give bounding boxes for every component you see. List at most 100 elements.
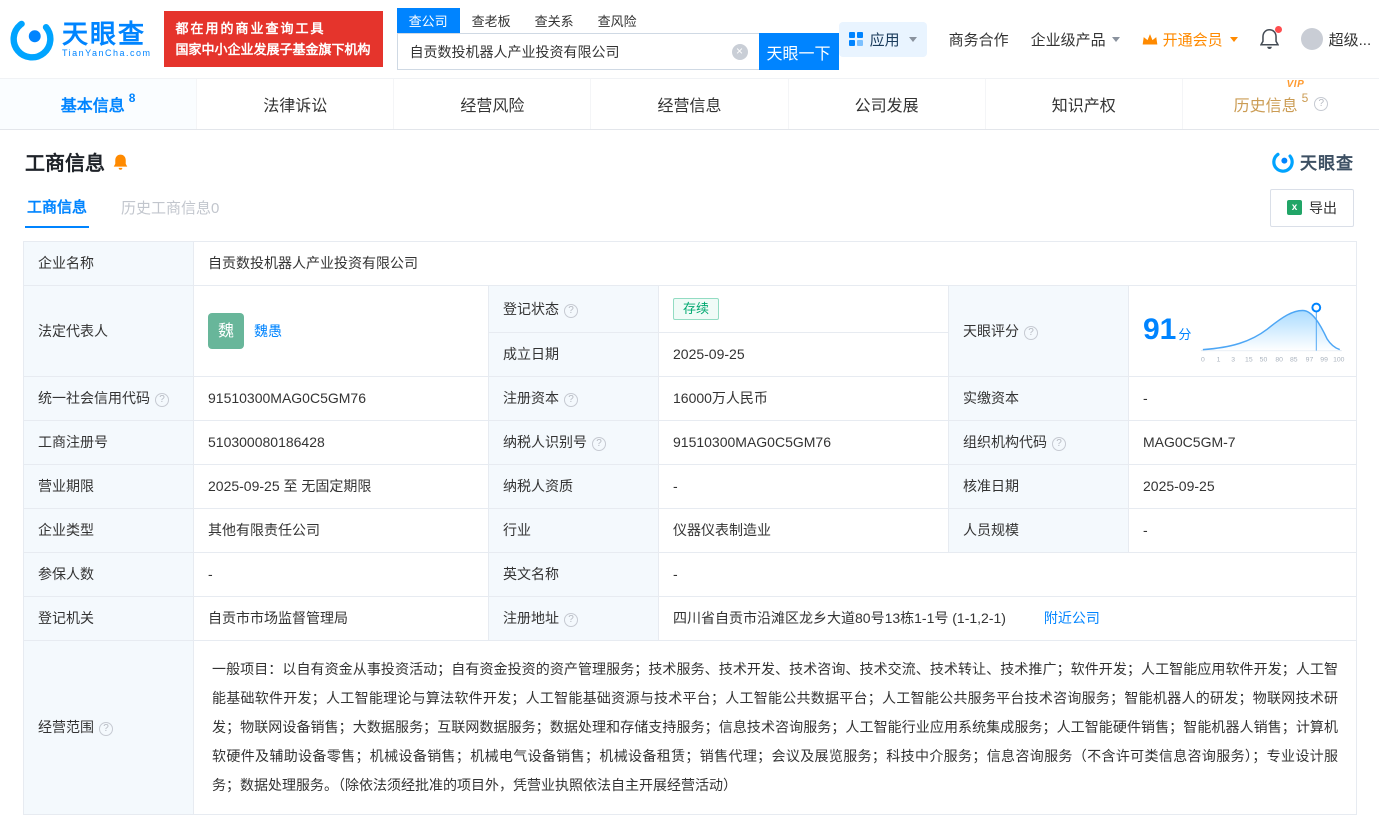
help-icon[interactable]: ? xyxy=(564,393,578,407)
tab-label: 公司发展 xyxy=(854,98,919,115)
field-label-reg-authority: 登记机关 xyxy=(23,596,194,641)
tab-legal-proceedings[interactable]: 法律诉讼 xyxy=(196,79,393,129)
search-input[interactable] xyxy=(396,33,759,70)
apps-menu[interactable]: 应用 xyxy=(838,21,927,57)
enterprise-products-label: 企业级产品 xyxy=(1030,31,1106,49)
watermark-text: 天眼查 xyxy=(1300,154,1354,173)
reg-authority-value: 自贡市市场监督管理局 xyxy=(193,596,489,641)
svg-text:85: 85 xyxy=(1290,356,1298,363)
search-tabs: 查公司 查老板 查关系 查风险 xyxy=(396,8,839,33)
subtab-history-business-info[interactable]: 历史工商信息0 xyxy=(119,188,221,227)
tab-count: 8 xyxy=(128,91,136,105)
caret-down-icon xyxy=(908,36,917,42)
svg-text:99: 99 xyxy=(1321,356,1329,363)
tab-company-development[interactable]: 公司发展 xyxy=(787,79,985,129)
business-cooperation-link[interactable]: 商务合作 xyxy=(949,29,1009,50)
search-tab-relation[interactable]: 查关系 xyxy=(523,8,586,33)
watermark-logo: 天眼查 xyxy=(1272,149,1354,174)
score-cell[interactable]: 91 分 0 1 3 15 50 80 85 97 99 100 xyxy=(1127,285,1358,377)
excel-icon: x xyxy=(1287,200,1302,215)
tab-basic-info[interactable]: 基本信息 8 xyxy=(0,79,197,129)
tab-history-info[interactable]: VIP 历史信息 5 ? xyxy=(1181,79,1379,129)
user-menu[interactable]: 超级... xyxy=(1300,28,1379,50)
help-icon[interactable]: ? xyxy=(155,393,169,407)
help-icon[interactable]: ? xyxy=(564,303,578,318)
caret-down-icon xyxy=(1111,36,1120,42)
business-scope-value: 一般项目：以自有资金从事投资活动；自有资金投资的资产管理服务；技术服务、技术开发… xyxy=(192,640,1358,815)
field-label-reg-capital: 注册资本? xyxy=(488,376,659,421)
logo-title: 天眼查 xyxy=(62,19,147,49)
subtab-business-info[interactable]: 工商信息 xyxy=(25,187,90,228)
legal-rep-link[interactable]: 魏愚 xyxy=(254,322,282,341)
help-icon[interactable]: ? xyxy=(564,613,578,627)
business-info-table: 企业名称 自贡数投机器人产业投资有限公司 法定代表人 魏 魏愚 登记状态? 存续… xyxy=(23,241,1358,815)
search-tab-boss[interactable]: 查老板 xyxy=(460,8,523,33)
section-header: 工商信息 天眼查 xyxy=(23,130,1356,185)
tab-count: 5 xyxy=(1301,91,1309,105)
alert-bell-icon[interactable] xyxy=(113,154,128,170)
notifications-bell[interactable] xyxy=(1259,26,1282,49)
tianyancha-logo[interactable]: 天眼查 TianYanCha.com xyxy=(10,17,152,61)
clear-search-icon[interactable]: × xyxy=(731,43,748,60)
export-button[interactable]: x 导出 xyxy=(1270,188,1354,227)
tab-label: 历史信息 xyxy=(1233,98,1298,115)
tab-operation-info[interactable]: 经营信息 xyxy=(590,79,787,129)
paid-capital-value: - xyxy=(1127,376,1358,421)
company-type-value: 其他有限责任公司 xyxy=(193,508,489,553)
help-icon[interactable]: ? xyxy=(1052,437,1066,451)
field-label-business-term: 营业期限 xyxy=(23,464,194,509)
field-label-reg-number: 工商注册号 xyxy=(23,420,194,465)
logo-text-block: 天眼查 TianYanCha.com xyxy=(62,20,152,58)
tab-label: 经营风险 xyxy=(460,98,525,115)
field-label-industry: 行业 xyxy=(488,508,659,553)
user-avatar xyxy=(1300,28,1323,50)
tianyancha-logo-icon xyxy=(10,17,54,61)
slogan-line2: 国家中小企业发展子基金旗下机构 xyxy=(175,42,371,57)
tab-operation-risk[interactable]: 经营风险 xyxy=(393,79,590,129)
vip-membership-label: 开通会员 xyxy=(1162,31,1223,49)
help-icon[interactable]: ? xyxy=(99,722,113,736)
enterprise-products-menu[interactable]: 企业级产品 xyxy=(1031,29,1120,50)
credit-code-value: 91510300MAG0C5GM76 xyxy=(193,376,489,421)
score-value: 91 分 xyxy=(1143,313,1192,346)
search-tab-company[interactable]: 查公司 xyxy=(396,8,460,33)
business-cooperation-label: 商务合作 xyxy=(948,31,1009,49)
slogan-banner: 都在用的商业查询工具 国家中小企业发展子基金旗下机构 xyxy=(163,11,383,67)
reg-address-value: 四川省自贡市沿滩区龙乡大道80号13栋1-1号 (1-1,2-1) xyxy=(673,610,1006,626)
sub-tabs: 工商信息 历史工商信息0 x 导出 xyxy=(23,185,1356,228)
legal-rep-cell: 魏 魏愚 xyxy=(193,285,489,377)
org-code-value: MAG0C5GM-7 xyxy=(1127,420,1358,465)
tab-label: 基本信息 xyxy=(60,98,125,115)
legal-rep-avatar[interactable]: 魏 xyxy=(208,313,244,349)
tab-intellectual-property[interactable]: 知识产权 xyxy=(984,79,1182,129)
field-label-org-code: 组织机构代码? xyxy=(948,420,1129,465)
table-row: 企业类型 其他有限责任公司 行业 仪器仪表制造业 人员规模 - xyxy=(23,508,1358,553)
search-area: 查公司 查老板 查关系 查风险 × 天眼一下 xyxy=(396,8,839,70)
nearby-companies-link[interactable]: 附近公司 xyxy=(1044,610,1100,626)
field-label-approval-date: 核准日期 xyxy=(948,464,1129,509)
table-row: 工商注册号 510300080186428 纳税人识别号? 91510300MA… xyxy=(23,420,1358,465)
field-label-legal-rep: 法定代表人 xyxy=(23,285,194,377)
field-label-reg-address: 注册地址? xyxy=(488,596,659,641)
header-nav: 应用 商务合作 企业级产品 开通会员 超级... xyxy=(838,21,1379,57)
search-button[interactable]: 天眼一下 xyxy=(758,33,839,70)
english-name-value: - xyxy=(657,552,1358,597)
vip-membership-menu[interactable]: 开通会员 xyxy=(1142,29,1238,50)
help-icon[interactable]: ? xyxy=(1024,325,1038,340)
help-icon[interactable]: ? xyxy=(592,437,606,451)
field-label-name: 企业名称 xyxy=(23,241,194,286)
reg-address-cell: 四川省自贡市沿滩区龙乡大道80号13栋1-1号 (1-1,2-1) 附近公司 xyxy=(657,596,1358,641)
field-label-taxpayer-quality: 纳税人资质 xyxy=(488,464,659,509)
search-tab-risk[interactable]: 查风险 xyxy=(586,8,649,33)
table-row: 统一社会信用代码? 91510300MAG0C5GM76 注册资本? 16000… xyxy=(23,376,1358,421)
main-tabs: 基本信息 8 法律诉讼 经营风险 经营信息 公司发展 知识产权 VIP 历史信息… xyxy=(0,78,1379,130)
content-area: 工商信息 天眼查 工商信息 历史工商信息0 x 导出 企业名称 自贡数投机器人产… xyxy=(0,130,1379,831)
score-marker-dot xyxy=(1311,302,1322,313)
top-header: 天眼查 TianYanCha.com 都在用的商业查询工具 国家中小企业发展子基… xyxy=(0,0,1379,78)
company-name-value: 自贡数投机器人产业投资有限公司 xyxy=(192,241,1358,286)
field-label-company-type: 企业类型 xyxy=(23,508,194,553)
help-icon[interactable]: ? xyxy=(1314,97,1329,111)
field-label-reg-status: 登记状态? xyxy=(488,285,659,333)
slogan-line1: 都在用的商业查询工具 xyxy=(175,21,326,36)
field-label-insured-count: 参保人数 xyxy=(23,552,194,597)
